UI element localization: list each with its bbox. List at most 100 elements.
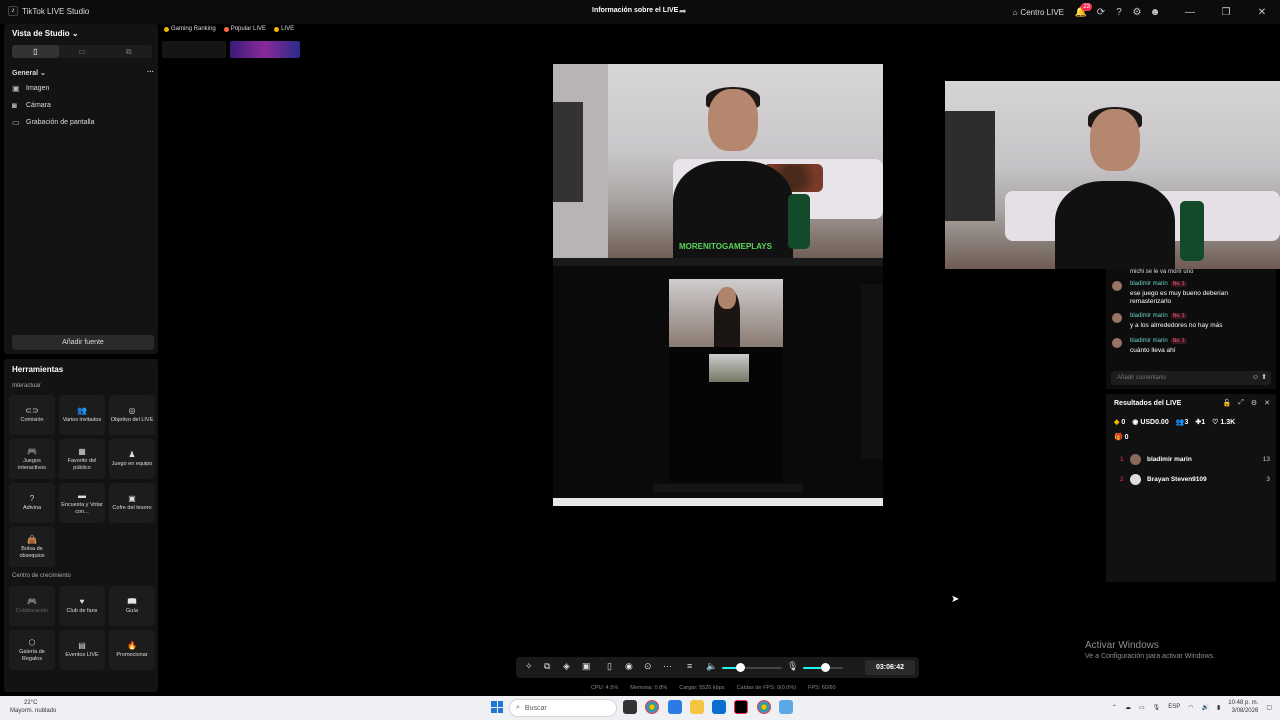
- send-icon[interactable]: ⬆: [1261, 374, 1267, 381]
- network-icon[interactable]: ▭: [1139, 704, 1145, 711]
- wifi-icon[interactable]: ◠: [1188, 704, 1193, 711]
- close-icon[interactable]: ✕: [1244, 0, 1280, 24]
- preview-strip: [553, 258, 883, 266]
- effects-icon[interactable]: ◈: [563, 661, 570, 672]
- phone-icon[interactable]: ▯: [607, 661, 612, 672]
- tool-gift-gallery[interactable]: ⬡ Galería de Regalos: [9, 630, 55, 670]
- comment-input[interactable]: Añadir comentario ☺ ⬆: [1111, 371, 1271, 385]
- clock[interactable]: 10:48 p. m. 3/08/2026: [1228, 699, 1258, 715]
- portrait-icon[interactable]: ▯: [12, 45, 59, 58]
- taskbar-search[interactable]: ⌕ Buscar: [509, 699, 617, 717]
- language-indicator[interactable]: ESP: [1168, 704, 1180, 710]
- followers-stat: ✚1: [1195, 419, 1206, 426]
- live-info-title[interactable]: Información sobre el LIVE: [592, 7, 678, 14]
- weather-widget[interactable]: 22°C Mayorm. nublado: [10, 699, 56, 715]
- gear-icon[interactable]: ⚙: [1128, 3, 1146, 21]
- tool-commission[interactable]: ⊂⊃ Comisión: [9, 395, 55, 435]
- tool-label: Objetivo del LIVE: [110, 417, 154, 423]
- preview-black-area: [553, 506, 883, 652]
- speaker-icon[interactable]: 🔈: [706, 661, 717, 672]
- more-icon[interactable]: ···: [147, 69, 154, 77]
- speaker-volume-knob[interactable]: [736, 663, 745, 672]
- tool-live-goal[interactable]: ◎ Objetivo del LIVE: [109, 395, 155, 435]
- avatar: [1130, 454, 1141, 465]
- stream-preview[interactable]: MORENITOGAMEPLAYS: [553, 64, 883, 652]
- chat-username[interactable]: bladimir marin No. 1: [1130, 281, 1187, 287]
- mic-tray-icon[interactable]: 🎙: [1153, 704, 1161, 711]
- chevron-up-icon[interactable]: ⌃: [1112, 704, 1117, 711]
- results-title: Resultados del LIVE: [1114, 400, 1182, 407]
- tab-popular-live[interactable]: Popular LIVE: [222, 25, 268, 33]
- tool-guess[interactable]: ? Adivina: [9, 483, 55, 523]
- landscape-icon[interactable]: ▭: [59, 45, 106, 58]
- microphone-icon[interactable]: 🎙: [787, 661, 798, 672]
- record-icon[interactable]: ◉: [625, 661, 633, 672]
- bell-icon[interactable]: 🔔 23: [1072, 3, 1092, 21]
- live-center-button[interactable]: ⌂ Centro LIVE: [1013, 8, 1064, 17]
- chat-username[interactable]: bladimir marin No. 1: [1130, 313, 1187, 319]
- cloud-icon[interactable]: ☁: [1125, 704, 1131, 711]
- add-source-button[interactable]: Añadir fuente: [12, 335, 154, 350]
- layers-icon[interactable]: ⧉: [544, 661, 550, 672]
- tool-promote[interactable]: 🔥 Promocionar: [109, 630, 155, 670]
- chat-text: y a los alrrededores no hay más: [1130, 322, 1223, 329]
- store-icon[interactable]: [712, 700, 726, 714]
- tiktok-live-studio-icon[interactable]: [734, 700, 748, 714]
- mic-volume-knob[interactable]: [821, 663, 830, 672]
- avatar[interactable]: [1112, 281, 1122, 291]
- tool-guide[interactable]: 📖 Guía: [109, 586, 155, 626]
- camera-toggle-icon[interactable]: ⊙: [644, 661, 652, 672]
- battery-icon[interactable]: ▮: [1217, 704, 1220, 711]
- task-view-icon[interactable]: [623, 700, 637, 714]
- chrome-icon[interactable]: [757, 700, 771, 714]
- tool-audience-favorite[interactable]: ▦ Favorito del público: [59, 439, 105, 479]
- avatar[interactable]: [1112, 338, 1122, 348]
- tool-fan-club[interactable]: ♥ Club de fans: [59, 586, 105, 626]
- restore-icon[interactable]: ❐: [1208, 0, 1244, 24]
- tab-thumbnail[interactable]: [162, 41, 226, 58]
- tool-collaboration[interactable]: 🎮 Colaboración: [9, 586, 55, 626]
- tool-poll[interactable]: ▬ Encuesta y Votar con...: [59, 483, 105, 523]
- tool-gift-bag[interactable]: 👜 Bolsa de obsequios: [9, 527, 55, 567]
- equalizer-icon[interactable]: ≡: [687, 661, 692, 671]
- dual-view-icon[interactable]: ⧉: [105, 45, 152, 58]
- volume-icon[interactable]: 🔊: [1202, 704, 1209, 711]
- more-icon[interactable]: ···: [663, 661, 672, 671]
- source-image[interactable]: ▣ Imagen: [12, 84, 49, 93]
- file-explorer-icon[interactable]: [690, 700, 704, 714]
- tool-treasure-chest[interactable]: ▣ Cofre del tesoro: [109, 483, 155, 523]
- help-icon[interactable]: ?: [1110, 3, 1128, 21]
- tab-live[interactable]: LIVE: [272, 25, 296, 33]
- minimize-icon[interactable]: —: [1172, 0, 1208, 24]
- profile-icon[interactable]: ☻: [1146, 3, 1164, 21]
- capture-icon[interactable]: ▣: [582, 661, 591, 672]
- windows-start-icon[interactable]: [491, 701, 503, 713]
- emoji-icon[interactable]: ☺: [1252, 374, 1259, 381]
- magic-wand-icon[interactable]: ✧: [525, 661, 533, 672]
- share-icon[interactable]: ➦: [679, 6, 687, 17]
- app-icon[interactable]: [779, 700, 793, 714]
- tool-team-game[interactable]: ♟ Juego en equipo: [109, 439, 155, 479]
- general-scene-row[interactable]: General ⌄ ···: [12, 69, 154, 77]
- comment-actions: ☺ ⬆: [1252, 373, 1267, 381]
- tool-interactive-games[interactable]: 🎮 Juegos interactivos: [9, 439, 55, 479]
- tool-live-events[interactable]: ▤ Eventos LIVE: [59, 630, 105, 670]
- notifications-icon[interactable]: ▢: [1266, 704, 1272, 711]
- chat-username[interactable]: bladimir marin No. 1: [1130, 338, 1187, 344]
- streamer-head: [708, 89, 758, 151]
- tool-multi-guest[interactable]: 👥 Varios invitados: [59, 395, 105, 435]
- sync-icon[interactable]: ⟳: [1092, 3, 1110, 21]
- chrome-icon[interactable]: [645, 700, 659, 714]
- close-icon[interactable]: ✕: [1264, 399, 1270, 407]
- growth-section-label: Centro de crecimiento: [12, 573, 71, 579]
- tab-thumbnail[interactable]: [230, 41, 300, 58]
- studio-view-dropdown[interactable]: Vista de Studio ⌄: [12, 29, 79, 38]
- source-screen-capture[interactable]: ▭ Grabación de pantalla: [12, 118, 95, 127]
- tab-gaming-ranking[interactable]: Gaming Ranking: [162, 25, 218, 33]
- lock-icon[interactable]: 🔓: [1223, 399, 1232, 407]
- source-camera[interactable]: ◙ Cámara: [12, 101, 51, 110]
- app-icon[interactable]: [668, 700, 682, 714]
- expand-icon[interactable]: ⤢: [1238, 399, 1244, 407]
- settings-icon[interactable]: ⚙: [1251, 399, 1257, 407]
- avatar[interactable]: [1112, 313, 1122, 323]
